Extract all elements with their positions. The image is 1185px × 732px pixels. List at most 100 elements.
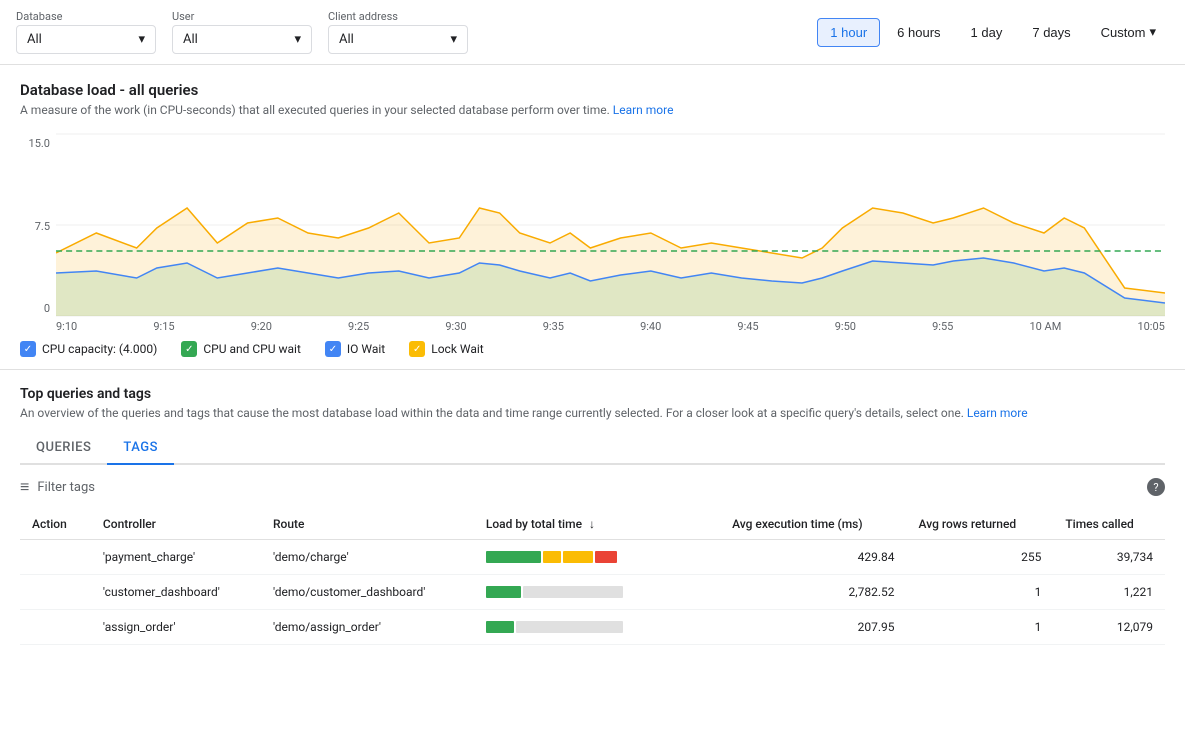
legend-io-wait-label: IO Wait xyxy=(347,342,385,356)
toolbar: Database All ▾ User All ▾ Client address… xyxy=(0,0,1185,65)
client-address-value: All xyxy=(339,32,354,47)
user-value: All xyxy=(183,32,198,47)
legend-lock-wait-checkbox: ✓ xyxy=(409,341,425,357)
y-label-top: 15.0 xyxy=(20,137,50,150)
row1-avg-rows: 255 xyxy=(907,540,1054,575)
th-avg-rows: Avg rows returned xyxy=(907,509,1054,540)
row3-times-called: 12,079 xyxy=(1053,610,1165,645)
row1-avg-exec: 429.84 xyxy=(720,540,906,575)
user-label: User xyxy=(172,10,312,23)
x-label-2: 9:20 xyxy=(251,320,272,333)
chart-area: 9:10 9:15 9:20 9:25 9:30 9:35 9:40 9:45 … xyxy=(56,133,1165,333)
row2-times-called: 1,221 xyxy=(1053,575,1165,610)
row2-load-bars xyxy=(486,586,666,598)
y-label-mid: 7.5 xyxy=(20,220,50,233)
legend-lock-wait-label: Lock Wait xyxy=(431,342,483,356)
sort-down-icon: ↓ xyxy=(589,517,595,531)
legend-io-wait[interactable]: ✓ IO Wait xyxy=(325,341,385,357)
database-select-group: Database All ▾ xyxy=(16,10,156,54)
row1-bar-1 xyxy=(543,551,561,563)
row3-avg-exec: 207.95 xyxy=(720,610,906,645)
time-btn-7days[interactable]: 7 days xyxy=(1019,18,1083,47)
row3-bar-1 xyxy=(516,621,623,633)
time-btn-custom[interactable]: Custom ▾ xyxy=(1088,17,1169,47)
legend-cpu-capacity-checkbox: ✓ xyxy=(20,341,36,357)
tab-queries[interactable]: QUERIES xyxy=(20,432,107,465)
row3-route: 'demo/assign_order' xyxy=(261,610,474,645)
chart-description: A measure of the work (in CPU-seconds) t… xyxy=(20,103,1165,117)
client-address-label: Client address xyxy=(328,10,468,23)
data-table: Action Controller Route Load by total ti… xyxy=(20,509,1165,645)
chart-title: Database load - all queries xyxy=(20,81,1165,99)
x-axis-labels: 9:10 9:15 9:20 9:25 9:30 9:35 9:40 9:45 … xyxy=(56,318,1165,333)
legend-cpu-wait[interactable]: ✓ CPU and CPU wait xyxy=(181,341,301,357)
tabs: QUERIES TAGS xyxy=(20,432,1165,465)
x-label-0: 9:10 xyxy=(56,320,77,333)
x-label-8: 9:50 xyxy=(835,320,856,333)
x-label-4: 9:30 xyxy=(445,320,466,333)
row2-controller: 'customer_dashboard' xyxy=(91,575,261,610)
chart-legend: ✓ CPU capacity: (4.000) ✓ CPU and CPU wa… xyxy=(20,333,1165,361)
custom-chevron-icon: ▾ xyxy=(1149,24,1156,40)
x-label-3: 9:25 xyxy=(348,320,369,333)
bottom-title: Top queries and tags xyxy=(20,386,1165,402)
th-controller: Controller xyxy=(91,509,261,540)
row2-avg-rows: 1 xyxy=(907,575,1054,610)
row2-route: 'demo/customer_dashboard' xyxy=(261,575,474,610)
y-label-bottom: 0 xyxy=(20,302,50,315)
database-select[interactable]: All ▾ xyxy=(16,25,156,54)
row3-load xyxy=(474,610,720,645)
chart-learn-more-link[interactable]: Learn more xyxy=(613,103,674,117)
client-address-select-group: Client address All ▾ xyxy=(328,10,468,54)
database-chevron-icon: ▾ xyxy=(138,32,145,47)
row2-load xyxy=(474,575,720,610)
table-header-row: Action Controller Route Load by total ti… xyxy=(20,509,1165,540)
table-row[interactable]: 'payment_charge' 'demo/charge' 429.84 25… xyxy=(20,540,1165,575)
row3-action xyxy=(20,610,91,645)
bottom-learn-more-link[interactable]: Learn more xyxy=(967,406,1028,420)
legend-lock-wait[interactable]: ✓ Lock Wait xyxy=(409,341,483,357)
chart-svg xyxy=(56,133,1165,318)
user-select[interactable]: All ▾ xyxy=(172,25,312,54)
row1-bar-3 xyxy=(595,551,617,563)
y-axis-labels: 15.0 7.5 0 xyxy=(20,133,56,333)
time-range-buttons: 1 hour 6 hours 1 day 7 days Custom ▾ xyxy=(817,17,1169,47)
database-label: Database xyxy=(16,10,156,23)
filter-icon: ≡ xyxy=(20,477,29,497)
th-route: Route xyxy=(261,509,474,540)
legend-cpu-wait-label: CPU and CPU wait xyxy=(203,342,301,356)
table-row[interactable]: 'customer_dashboard' 'demo/customer_dash… xyxy=(20,575,1165,610)
custom-label: Custom xyxy=(1101,25,1146,40)
row1-bar-0 xyxy=(486,551,541,563)
row2-avg-exec: 2,782.52 xyxy=(720,575,906,610)
x-label-11: 10:05 xyxy=(1137,320,1164,333)
x-label-1: 9:15 xyxy=(153,320,174,333)
legend-cpu-capacity[interactable]: ✓ CPU capacity: (4.000) xyxy=(20,341,157,357)
th-load[interactable]: Load by total time ↓ xyxy=(474,509,720,540)
row1-times-called: 39,734 xyxy=(1053,540,1165,575)
tab-tags[interactable]: TAGS xyxy=(107,432,174,465)
x-label-6: 9:40 xyxy=(640,320,661,333)
bottom-description: An overview of the queries and tags that… xyxy=(20,406,1165,420)
help-icon[interactable]: ? xyxy=(1147,478,1165,496)
table-row[interactable]: 'assign_order' 'demo/assign_order' 207.9… xyxy=(20,610,1165,645)
row1-load xyxy=(474,540,720,575)
row2-bar-0 xyxy=(486,586,521,598)
row3-avg-rows: 1 xyxy=(907,610,1054,645)
row3-controller: 'assign_order' xyxy=(91,610,261,645)
th-avg-exec: Avg execution time (ms) xyxy=(720,509,906,540)
row1-action xyxy=(20,540,91,575)
client-address-select[interactable]: All ▾ xyxy=(328,25,468,54)
th-times-called: Times called xyxy=(1053,509,1165,540)
time-btn-1day[interactable]: 1 day xyxy=(958,18,1016,47)
row1-bar-2 xyxy=(563,551,593,563)
time-btn-1hour[interactable]: 1 hour xyxy=(817,18,880,47)
filter-placeholder: Filter tags xyxy=(37,480,95,495)
row2-bar-1 xyxy=(523,586,623,598)
time-btn-6hours[interactable]: 6 hours xyxy=(884,18,953,47)
row3-load-bars xyxy=(486,621,666,633)
th-action: Action xyxy=(20,509,91,540)
database-value: All xyxy=(27,32,42,47)
client-address-chevron-icon: ▾ xyxy=(450,32,457,47)
filter-input[interactable]: ≡ Filter tags xyxy=(20,477,95,497)
